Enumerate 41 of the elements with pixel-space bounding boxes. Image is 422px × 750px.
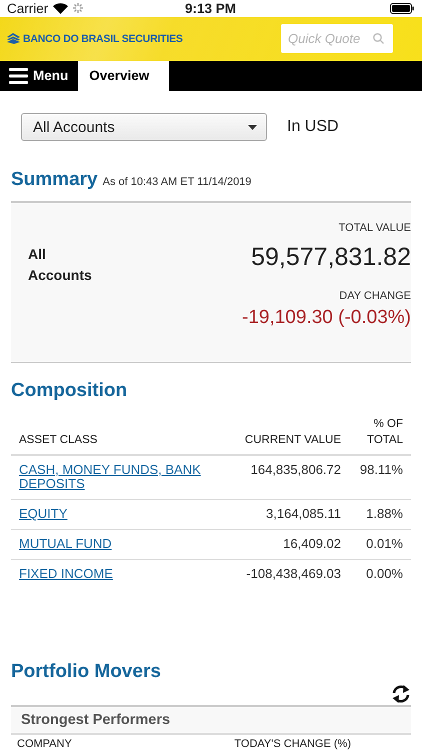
current-value: 3,164,085.11 bbox=[266, 506, 341, 521]
section-title: Summary bbox=[11, 169, 98, 191]
section-title: Portfolio Movers bbox=[11, 661, 162, 683]
current-value: 164,835,806.72 bbox=[250, 462, 341, 477]
account-dropdown[interactable]: All Accounts bbox=[21, 113, 267, 141]
percent-of-total: 0.00% bbox=[366, 566, 403, 581]
column-header: ASSET CLASS bbox=[19, 434, 98, 446]
timestamp: As of 10:43 AM ET 11/14/2019 bbox=[102, 176, 252, 188]
day-change-value: -19,109.30 (-0.03%) bbox=[242, 307, 411, 329]
caret-icon bbox=[248, 124, 257, 130]
column-header: % OF TOTAL bbox=[366, 417, 403, 448]
battery-icon bbox=[390, 2, 414, 14]
refresh-icon[interactable] bbox=[391, 685, 411, 703]
current-value: -108,438,469.03 bbox=[246, 566, 341, 581]
asset-class-link[interactable]: CASH, MONEY FUNDS, BANK DEPOSITS bbox=[19, 463, 229, 491]
asset-class-link[interactable]: EQUITY bbox=[19, 507, 68, 521]
current-value: 16,409.02 bbox=[283, 536, 341, 551]
activity-spinner-icon bbox=[73, 3, 84, 14]
asset-class-link[interactable]: MUTUAL FUND bbox=[19, 537, 112, 551]
day-change-label: DAY CHANGE bbox=[339, 290, 411, 302]
section-title: Composition bbox=[11, 380, 128, 402]
wifi-icon bbox=[53, 2, 68, 14]
account-name: All Accounts bbox=[28, 245, 93, 285]
logo-text: BANCO DO BRASIL SECURITIES bbox=[23, 32, 183, 45]
nav-tab[interactable]: Overview bbox=[78, 60, 170, 91]
total-value-label: TOTAL VALUE bbox=[338, 222, 411, 234]
column-header: CURRENT VALUE bbox=[244, 434, 341, 446]
percent-of-total: 0.01% bbox=[366, 536, 403, 551]
percent-of-total: 1.88% bbox=[366, 506, 403, 521]
currency-label: In USD bbox=[287, 118, 339, 136]
column-header: COMPANY bbox=[17, 738, 72, 750]
panel-header: Strongest Performers bbox=[11, 705, 411, 735]
total-value: 59,577,831.82 bbox=[251, 243, 411, 272]
menu-icon bbox=[9, 68, 28, 84]
search-field[interactable]: Quick Quote bbox=[281, 24, 393, 54]
carrier-name: Carrier bbox=[7, 0, 48, 16]
percent-of-total: 98.11% bbox=[360, 462, 403, 477]
asset-class-link[interactable]: FIXED INCOME bbox=[19, 567, 113, 581]
column-header: TODAY'S CHANGE (%) bbox=[234, 738, 351, 750]
logo-icon bbox=[7, 33, 20, 44]
clock-time: 9:13 PM bbox=[184, 0, 236, 16]
